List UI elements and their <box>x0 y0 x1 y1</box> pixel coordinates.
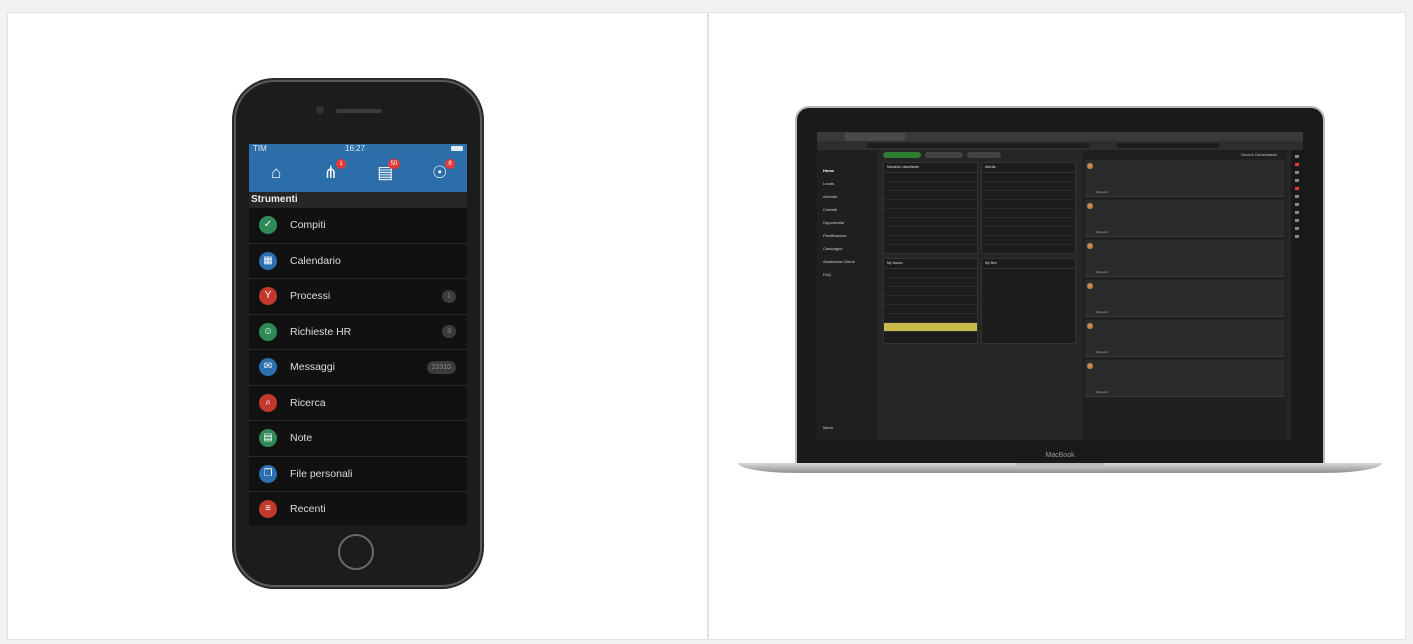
status-bar: TIM 16:27 <box>249 144 467 154</box>
browser-tab[interactable] <box>845 133 905 141</box>
reply-link[interactable]: Rispondi <box>1096 310 1108 314</box>
menu-item-label: Messaggi <box>290 361 335 374</box>
app-nav-bar: ⌂ ⋔ 1 ▤ 50 ☉ 8 <box>249 154 467 192</box>
menu-item-processi[interactable]: Y Processi 1 <box>249 279 467 315</box>
list-icon: ≡ <box>259 500 277 519</box>
menu-item-compiti[interactable]: ✓ Compiti <box>249 208 467 244</box>
menu-item-count: 23310 <box>426 360 456 374</box>
menu-item-calendario[interactable]: ▦ Calendario <box>249 244 467 279</box>
feed-post: Rispondi <box>1085 320 1285 357</box>
chat-icon[interactable]: ▤ 50 <box>370 159 401 183</box>
conversations-feed: Cerca in Conversazioni Rispondi Rispondi R… <box>1083 150 1287 440</box>
speaker-grille <box>336 109 382 113</box>
sidebar-item[interactable]: Leads <box>817 177 877 190</box>
menu-item-richieste-hr[interactable]: ☺ Richieste HR 3 <box>249 315 467 350</box>
reply-link[interactable]: Rispondi <box>1096 270 1108 274</box>
sidebar-menu-button[interactable]: Menù <box>817 421 833 434</box>
menu-item-label: Calendario <box>290 254 341 267</box>
right-toolbar <box>1291 150 1303 440</box>
avatar <box>1087 283 1093 289</box>
feed-post: Rispondi <box>1085 160 1285 197</box>
menu-item-messaggi[interactable]: ✉ Messaggi 23310 <box>249 350 467 386</box>
menu-item-note[interactable]: ▤ Note <box>249 421 467 457</box>
files-icon: ❐ <box>259 464 277 483</box>
menu-item-ricerca[interactable]: ⌕ Ricerca <box>249 386 467 421</box>
carrier-label: TIM <box>253 144 267 153</box>
sidebar-item[interactable]: Opportunita' <box>817 216 877 229</box>
logo <box>817 150 877 164</box>
reply-link[interactable]: Rispondi <box>1096 230 1108 234</box>
home-icon[interactable]: ⌂ <box>261 163 291 183</box>
globe-icon[interactable]: ☉ 8 <box>425 159 455 183</box>
widget-issues: My Issues <box>883 258 978 344</box>
address-bar[interactable] <box>867 143 1089 148</box>
tools-menu: ✓ Compiti ▦ Calendario Y Processi 1 ☺ Richieste … <box>249 208 467 525</box>
reply-link[interactable]: Rispondi <box>1096 350 1108 354</box>
browser-tabbar <box>817 132 1303 145</box>
widget-attivita: Attività <box>981 162 1076 254</box>
avatar <box>1087 323 1093 329</box>
menu-item-recenti[interactable]: ≡ Recenti <box>249 492 467 525</box>
hr-icon: ☺ <box>259 322 277 341</box>
feed-post: Rispondi <box>1085 360 1285 397</box>
clock-label: 16:27 <box>345 144 366 153</box>
menu-item-label: Ricerca <box>290 396 326 409</box>
chat-badge: 50 <box>387 159 401 169</box>
menu-item-label: Processi <box>290 290 331 303</box>
battery-icon <box>451 146 463 151</box>
feed-post: Rispondi <box>1085 240 1285 277</box>
feed-search[interactable]: Cerca in Conversazioni <box>1083 150 1287 160</box>
phone-mockup: TIM 16:27 ⌂ ⋔ 1 ▤ 50 ☉ 8 Strumenti ✓ Compiti… <box>236 82 480 585</box>
browser-toolbar <box>817 141 1303 150</box>
menu-item-label: Note <box>290 432 313 445</box>
action-button[interactable] <box>925 152 963 158</box>
menu-item-label: Compiti <box>290 219 326 232</box>
feed-post: Rispondi <box>1085 200 1285 237</box>
home-button[interactable] <box>338 534 374 570</box>
sidebar-item[interactable]: Pianificazioni <box>817 229 877 242</box>
menu-item-label: File personali <box>290 467 353 480</box>
phone-screen: TIM 16:27 ⌂ ⋔ 1 ▤ 50 ☉ 8 Strumenti ✓ Compiti… <box>249 144 467 525</box>
calendar-icon: ▦ <box>259 251 277 270</box>
camera-icon <box>316 106 324 114</box>
process-icon[interactable]: ⋔ 1 <box>316 159 346 183</box>
laptop-notch <box>1015 463 1105 466</box>
laptop-screen: Home Leads Aziende Contatti Opportunita' Pian… <box>817 132 1303 440</box>
sidebar-item[interactable]: Aziende <box>817 190 877 203</box>
settings-button[interactable] <box>967 152 1001 158</box>
widget-mansioni: Mansioni classificate <box>883 162 978 254</box>
sidebar-item[interactable]: Home <box>817 164 877 177</box>
avatar <box>1087 243 1093 249</box>
feed-post: Rispondi <box>1085 280 1285 317</box>
avatar <box>1087 163 1093 169</box>
avatar <box>1087 363 1093 369</box>
widget-files: My files <box>981 258 1076 344</box>
search-icon: ⌕ <box>259 393 277 412</box>
globe-badge: 8 <box>445 159 455 169</box>
sidebar-item[interactable]: Assistenza Clienti <box>817 255 877 268</box>
section-title: Strumenti <box>249 192 467 208</box>
menu-item-label: Richieste HR <box>290 325 352 338</box>
browser-search[interactable] <box>1117 143 1219 148</box>
check-icon: ✓ <box>259 216 277 235</box>
sidebar-item[interactable]: FAQ <box>817 268 877 281</box>
laptop-mockup: Home Leads Aziende Contatti Opportunita' Pian… <box>797 108 1323 466</box>
laptop-brand: MacBook <box>1045 452 1075 459</box>
mail-icon: ✉ <box>259 358 277 377</box>
menu-item-count: 1 <box>442 289 456 303</box>
new-button[interactable] <box>883 152 921 158</box>
note-icon: ▤ <box>259 429 277 448</box>
avatar <box>1087 203 1093 209</box>
process-icon: Y <box>259 287 277 306</box>
process-badge: 1 <box>336 159 346 169</box>
menu-item-file-personali[interactable]: ❐ File personali <box>249 457 467 492</box>
sidebar-item[interactable]: Contatti <box>817 203 877 216</box>
menu-item-label: Recenti <box>290 503 326 516</box>
menu-item-count: 3 <box>442 325 456 339</box>
sidebar-item[interactable]: Campagne <box>817 242 877 255</box>
reply-link[interactable]: Rispondi <box>1096 390 1108 394</box>
dashboard: Mansioni classificate Attività My Issues… <box>881 150 1079 440</box>
crm-sidebar: Home Leads Aziende Contatti Opportunita' Pian… <box>817 150 877 440</box>
reply-link[interactable]: Rispondi <box>1096 190 1108 194</box>
